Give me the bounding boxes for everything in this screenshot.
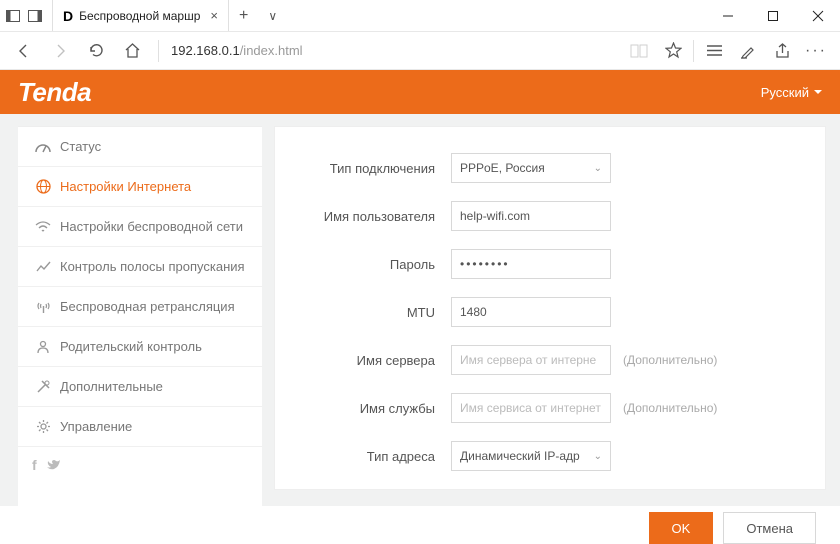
cancel-button-label: Отмена: [746, 521, 793, 536]
sidebar-item-label: Контроль полосы пропускания: [60, 259, 245, 274]
notes-icon[interactable]: [732, 36, 764, 66]
sidebar-item-label: Беспроводная ретрансляция: [60, 299, 235, 314]
browser-addressbar: 192.168.0.1/index.html ···: [0, 32, 840, 70]
tools-icon: [32, 379, 54, 394]
cancel-button[interactable]: Отмена: [723, 512, 816, 544]
sidebar-item-parental[interactable]: Родительский контроль: [18, 327, 262, 367]
dock-left-icon[interactable]: [6, 9, 20, 23]
antenna-icon: [32, 300, 54, 314]
sidebar-item-label: Управление: [60, 419, 132, 434]
address-type-value: Динамический IP-адр: [460, 449, 580, 463]
service-name-input[interactable]: [451, 393, 611, 423]
chevron-down-icon: ⌄: [594, 451, 602, 462]
username-input[interactable]: [451, 201, 611, 231]
chart-icon: [32, 260, 54, 273]
service-name-label: Имя службы: [305, 401, 435, 416]
browser-tab[interactable]: D Беспроводной маршр ×: [52, 0, 229, 31]
connection-type-value: PPPoE, Россия: [460, 161, 545, 175]
ok-button-label: OK: [672, 521, 691, 536]
address-type-select[interactable]: Динамический IP-адр ⌄: [451, 441, 611, 471]
globe-icon: [32, 179, 54, 194]
social-links: f: [18, 447, 262, 483]
mtu-label: MTU: [305, 305, 435, 320]
dock-right-icon[interactable]: [28, 9, 42, 23]
url-host: 192.168.0.1: [171, 43, 240, 58]
connection-type-select[interactable]: PPPoE, Россия ⌄: [451, 153, 611, 183]
server-name-label: Имя сервера: [305, 353, 435, 368]
hub-icon[interactable]: [698, 36, 730, 66]
password-label: Пароль: [305, 257, 435, 272]
nav-back-button[interactable]: [8, 36, 40, 66]
sidebar-item-advanced[interactable]: Дополнительные: [18, 367, 262, 407]
nav-forward-button[interactable]: [44, 36, 76, 66]
sidebar: Статус Настройки Интернета Настройки бес…: [18, 126, 262, 506]
main-panel: Тип подключения PPPoE, Россия ⌄ Имя поль…: [274, 126, 826, 506]
tabs-chevron-icon[interactable]: ∨: [258, 0, 287, 31]
window-close-button[interactable]: [795, 0, 840, 31]
reading-view-icon[interactable]: [623, 36, 655, 66]
server-name-optional: (Дополнительно): [623, 353, 717, 367]
sidebar-item-internet[interactable]: Настройки Интернета: [18, 167, 262, 207]
tab-favicon: D: [63, 8, 73, 24]
form-panel: Тип подключения PPPoE, Россия ⌄ Имя поль…: [274, 126, 826, 490]
url-path: /index.html: [240, 43, 303, 58]
brand-logo: Tenda: [18, 77, 91, 108]
sidebar-item-label: Дополнительные: [60, 379, 163, 394]
user-icon: [32, 340, 54, 354]
gear-icon: [32, 419, 54, 434]
url-field[interactable]: 192.168.0.1/index.html: [169, 43, 619, 58]
window-maximize-button[interactable]: [750, 0, 795, 31]
username-label: Имя пользователя: [305, 209, 435, 224]
language-selector[interactable]: Русский: [761, 85, 822, 100]
favorite-star-icon[interactable]: [657, 36, 689, 66]
facebook-icon[interactable]: f: [32, 457, 37, 473]
sidebar-item-label: Настройки беспроводной сети: [60, 219, 243, 234]
mtu-input[interactable]: [451, 297, 611, 327]
sidebar-item-label: Настройки Интернета: [60, 179, 191, 194]
more-icon[interactable]: ···: [800, 36, 832, 66]
language-label: Русский: [761, 85, 809, 100]
password-input[interactable]: [451, 249, 611, 279]
server-name-input[interactable]: [451, 345, 611, 375]
sidebar-item-label: Статус: [60, 139, 101, 154]
sidebar-item-management[interactable]: Управление: [18, 407, 262, 447]
browser-titlebar: D Беспроводной маршр × + ∨: [0, 0, 840, 32]
tab-close-icon[interactable]: ×: [210, 8, 218, 23]
sidebar-item-label: Родительский контроль: [60, 339, 202, 354]
sidebar-item-status[interactable]: Статус: [18, 127, 262, 167]
sidebar-item-bandwidth[interactable]: Контроль полосы пропускания: [18, 247, 262, 287]
tab-title: Беспроводной маршр: [79, 9, 200, 23]
service-name-optional: (Дополнительно): [623, 401, 717, 415]
share-icon[interactable]: [766, 36, 798, 66]
wifi-icon: [32, 221, 54, 233]
nav-refresh-button[interactable]: [80, 36, 112, 66]
app-header: Tenda Русский: [0, 70, 840, 114]
twitter-icon[interactable]: [47, 457, 60, 473]
sidebar-item-repeater[interactable]: Беспроводная ретрансляция: [18, 287, 262, 327]
connection-type-label: Тип подключения: [305, 161, 435, 176]
ok-button[interactable]: OK: [649, 512, 714, 544]
chevron-down-icon: ⌄: [594, 163, 602, 174]
content-area: Статус Настройки Интернета Настройки бес…: [0, 114, 840, 506]
dashboard-icon: [32, 141, 54, 153]
window-minimize-button[interactable]: [705, 0, 750, 31]
new-tab-button[interactable]: +: [229, 0, 258, 31]
sidebar-item-wireless[interactable]: Настройки беспроводной сети: [18, 207, 262, 247]
address-type-label: Тип адреса: [305, 449, 435, 464]
nav-home-button[interactable]: [116, 36, 148, 66]
